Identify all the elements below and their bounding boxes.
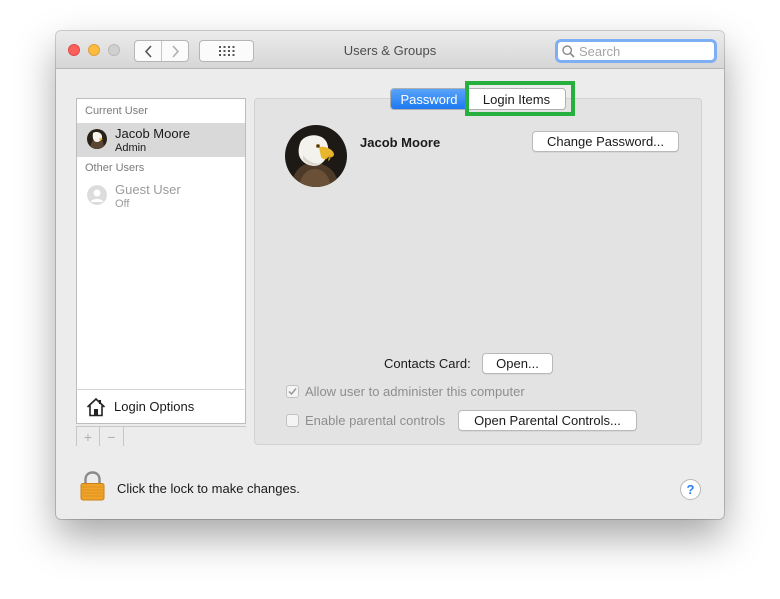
avatar <box>87 129 107 149</box>
allow-admin-label: Allow user to administer this computer <box>305 384 525 399</box>
help-button[interactable]: ? <box>680 479 701 500</box>
lock-message: Click the lock to make changes. <box>117 481 300 496</box>
other-users-heading: Other Users <box>85 162 145 174</box>
parental-controls-checkbox[interactable] <box>286 414 299 427</box>
title-bar: Users & Groups <box>56 31 724 69</box>
parental-controls-label: Enable parental controls <box>305 413 446 428</box>
help-icon: ? <box>686 482 695 497</box>
allow-admin-row: Allow user to administer this computer <box>286 384 525 399</box>
contacts-open-button[interactable]: Open... <box>482 353 553 374</box>
lock-button[interactable] <box>80 471 105 501</box>
change-password-button[interactable]: Change Password... <box>532 131 679 152</box>
user-name: Jacob Moore <box>115 126 191 141</box>
search-field[interactable] <box>555 39 717 63</box>
users-groups-window: Users & Groups Current User Jacob Moore … <box>56 31 724 519</box>
lock-icon <box>80 471 105 501</box>
add-user-button[interactable]: + <box>76 427 100 446</box>
house-icon <box>86 397 106 416</box>
guest-avatar <box>87 185 107 205</box>
remove-user-button[interactable]: − <box>100 427 124 446</box>
allow-admin-checkbox[interactable] <box>286 385 299 398</box>
parental-controls-row: Enable parental controls <box>286 413 445 428</box>
tab-password[interactable]: Password <box>391 89 467 109</box>
search-icon <box>562 44 575 58</box>
user-status: Off <box>115 198 130 210</box>
user-full-name: Jacob Moore <box>360 135 441 150</box>
login-options-item[interactable]: Login Options <box>76 389 246 424</box>
checkmark-icon <box>288 388 297 396</box>
user-role: Admin <box>115 142 147 154</box>
users-list: Current User Jacob Moore Admin Other Use… <box>76 98 246 390</box>
user-name: Guest User <box>115 182 181 197</box>
login-options-label: Login Options <box>114 399 195 414</box>
user-row-guest[interactable]: Guest User Off <box>77 179 245 213</box>
contacts-card-label: Contacts Card: <box>384 356 471 371</box>
highlight-box <box>465 81 575 116</box>
add-remove-bar: + − <box>76 426 246 446</box>
open-parental-controls-button[interactable]: Open Parental Controls... <box>458 410 637 431</box>
user-picture[interactable] <box>285 125 347 187</box>
search-input[interactable] <box>579 43 699 59</box>
current-user-heading: Current User <box>85 105 148 117</box>
user-row-jacob-moore[interactable]: Jacob Moore Admin <box>77 123 245 157</box>
